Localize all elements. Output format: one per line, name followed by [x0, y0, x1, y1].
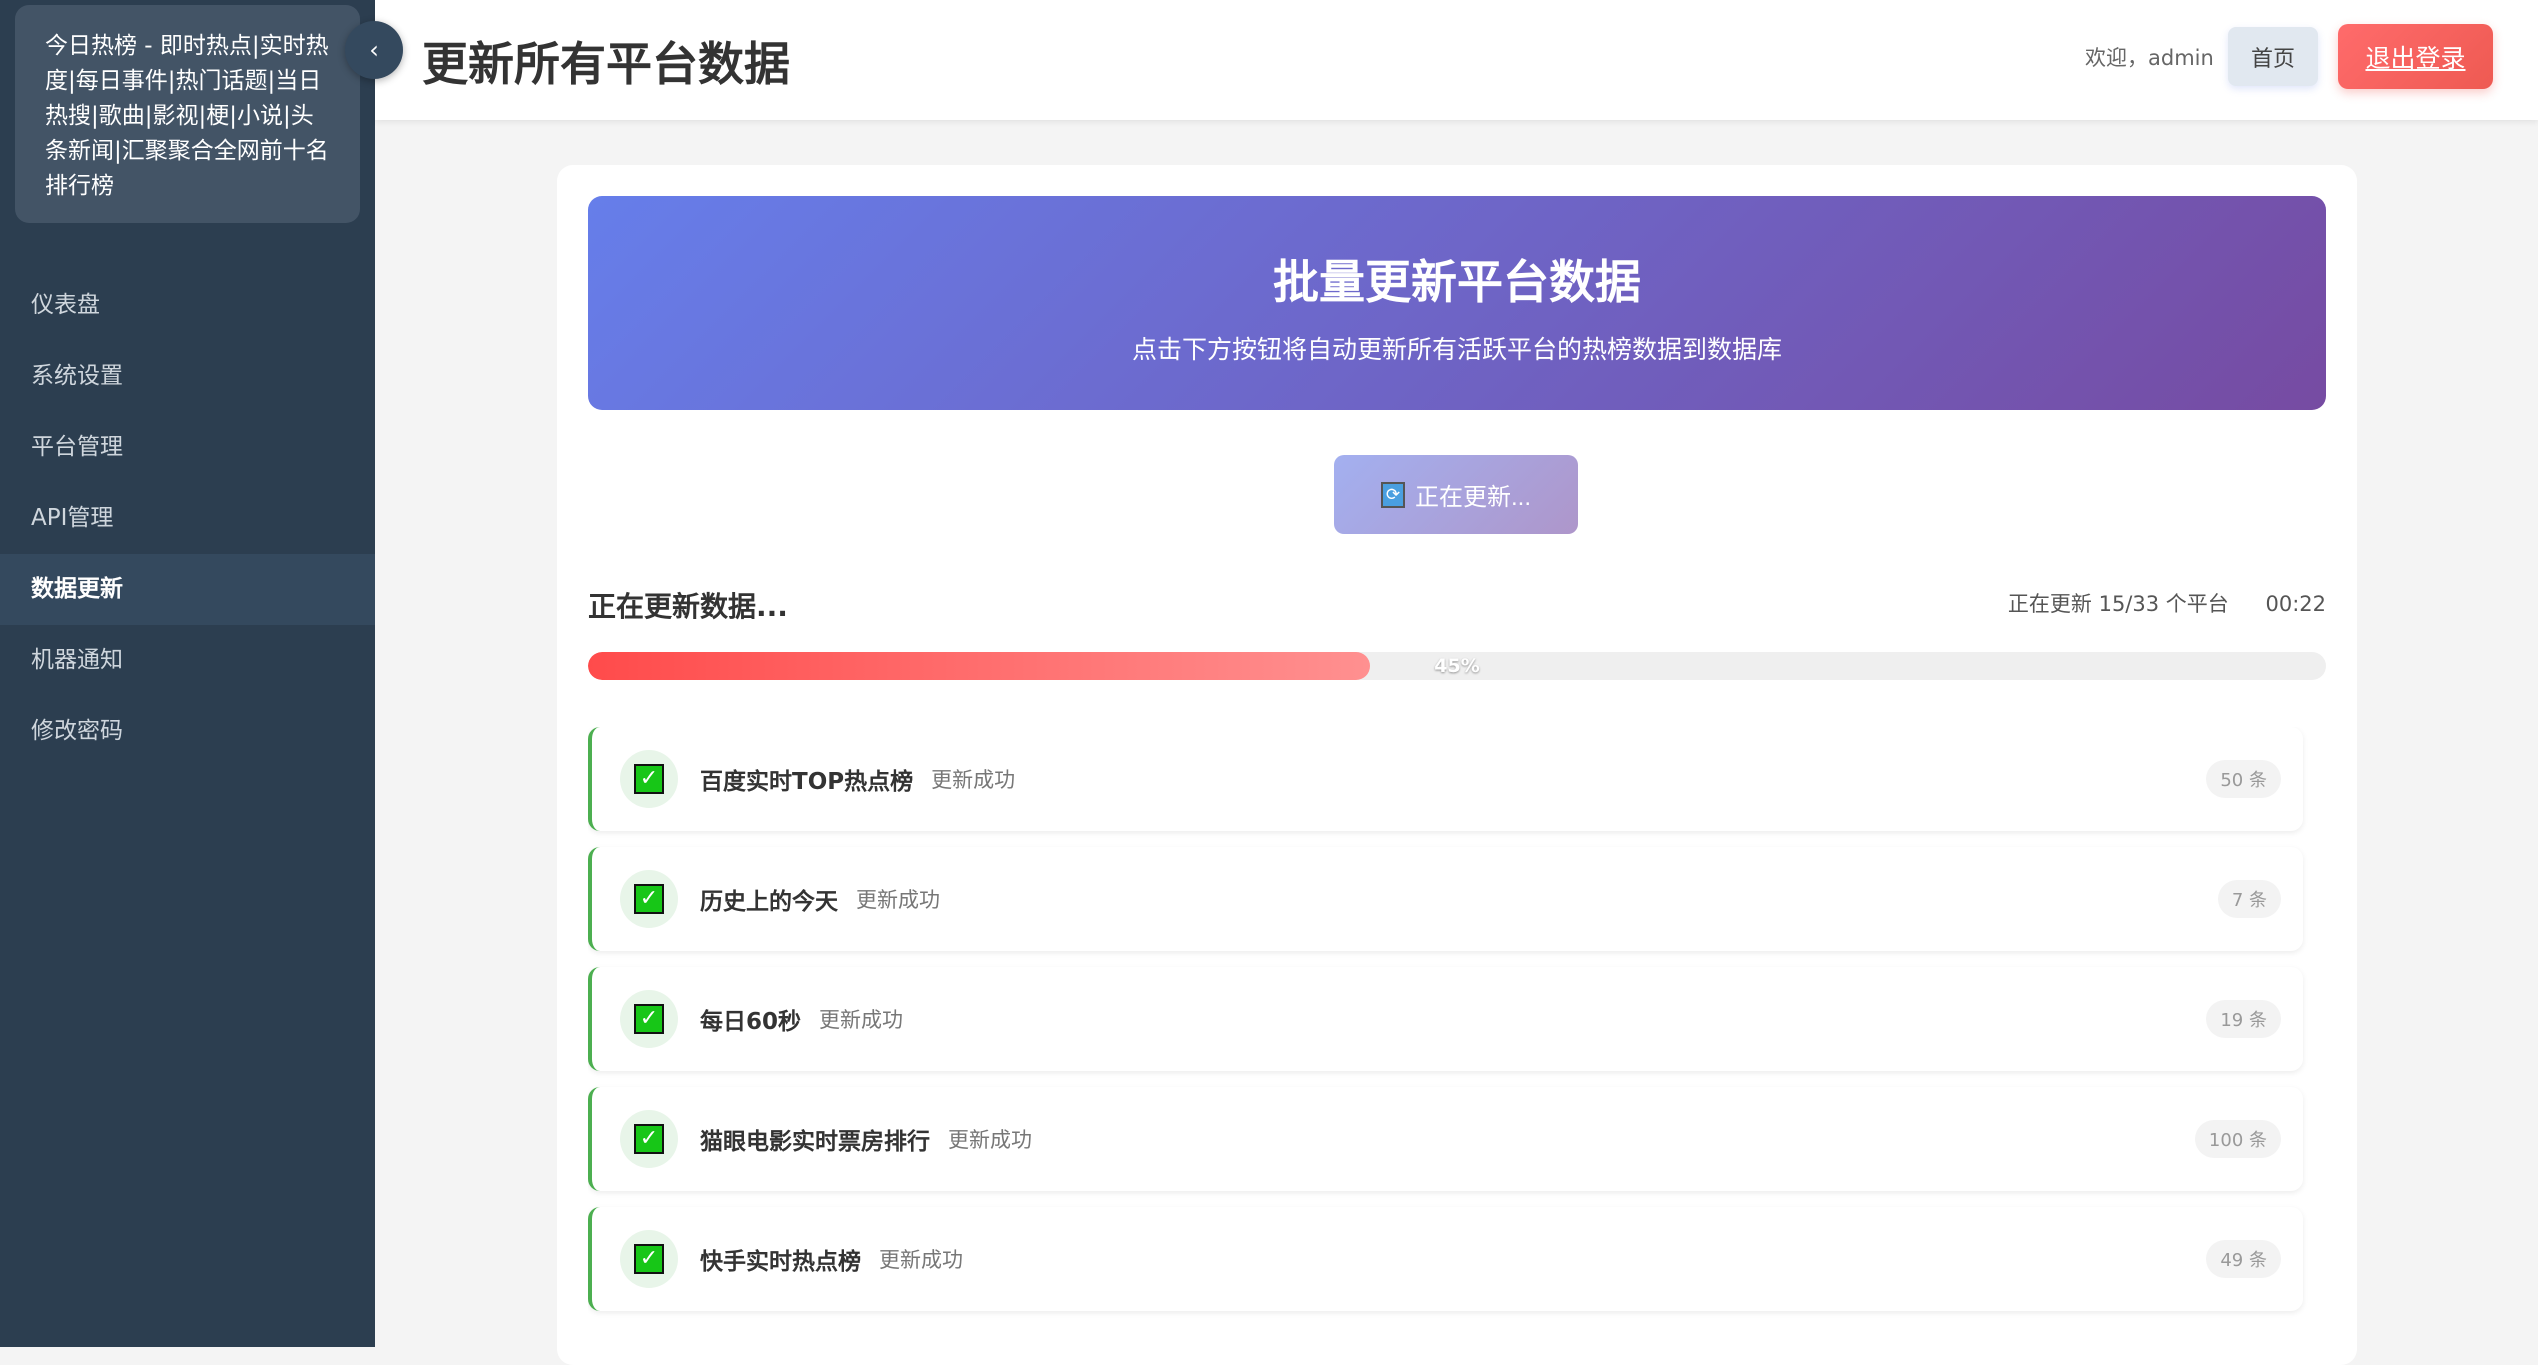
update-status: 更新成功: [856, 884, 940, 914]
update-status: 更新成功: [948, 1124, 1032, 1154]
check-icon: ✓: [634, 1124, 664, 1154]
result-row: ✓ 百度实时TOP热点榜更新成功 50 条: [588, 727, 2303, 831]
item-count: 19 条: [2206, 1000, 2281, 1038]
sidebar-nav: 仪表盘 系统设置 平台管理 API管理 数据更新 机器通知 修改密码: [0, 270, 375, 767]
success-badge: ✓: [620, 750, 678, 808]
sidebar-item-settings[interactable]: 系统设置: [0, 341, 375, 412]
home-button[interactable]: 首页: [2228, 27, 2318, 86]
sidebar-item-data-update[interactable]: 数据更新: [0, 554, 375, 625]
platform-name: 猫眼电影实时票房排行: [700, 1122, 930, 1156]
update-status: 更新成功: [879, 1244, 963, 1274]
check-icon: ✓: [634, 1244, 664, 1274]
status-info: 正在更新 15/33 个平台 00:22: [1978, 588, 2326, 618]
progress-bar: 45%: [588, 652, 2326, 680]
platform-name: 每日60秒: [700, 1002, 801, 1036]
update-button-label: 正在更新...: [1415, 477, 1531, 512]
result-row: ✓ 每日60秒更新成功 19 条: [588, 967, 2303, 1071]
update-status: 更新成功: [819, 1004, 903, 1034]
check-icon: ✓: [634, 884, 664, 914]
banner-title: 批量更新平台数据: [588, 246, 2326, 312]
result-row: ✓ 历史上的今天更新成功 7 条: [588, 847, 2303, 951]
success-badge: ✓: [620, 990, 678, 1048]
results-list: ✓快手实时热点榜更新成功49 条✓猫眼电影实时票房排行更新成功100 条✓每日6…: [588, 727, 2326, 1327]
sidebar-item-dashboard[interactable]: 仪表盘: [0, 270, 375, 341]
elapsed-time: 00:22: [2265, 592, 2326, 616]
banner-subtitle: 点击下方按钮将自动更新所有活跃平台的热榜数据到数据库: [588, 330, 2326, 366]
update-card: 批量更新平台数据 点击下方按钮将自动更新所有活跃平台的热榜数据到数据库 ⟳ 正在…: [557, 165, 2357, 1365]
success-badge: ✓: [620, 870, 678, 928]
item-count: 50 条: [2206, 760, 2281, 798]
item-count: 7 条: [2218, 880, 2281, 918]
update-status: 更新成功: [931, 764, 1015, 794]
item-count: 100 条: [2195, 1120, 2281, 1158]
page-title: 更新所有平台数据: [422, 28, 790, 94]
platform-name: 历史上的今天: [700, 882, 838, 916]
sidebar-collapse-chevron-icon[interactable]: ‹: [345, 21, 403, 79]
logout-button[interactable]: 退出登录: [2338, 24, 2493, 89]
check-icon: ✓: [634, 764, 664, 794]
sidebar-item-api[interactable]: API管理: [0, 483, 375, 554]
sidebar-item-platforms[interactable]: 平台管理: [0, 412, 375, 483]
sidebar-item-bot-notify[interactable]: 机器通知: [0, 625, 375, 696]
header: 更新所有平台数据 欢迎，admin 首页 退出登录: [375, 0, 2538, 120]
welcome-text: 欢迎，admin: [2085, 42, 2214, 72]
sidebar-item-change-password[interactable]: 修改密码: [0, 696, 375, 767]
banner: 批量更新平台数据 点击下方按钮将自动更新所有活跃平台的热榜数据到数据库: [588, 196, 2326, 410]
progress-text: 正在更新 15/33 个平台: [2008, 592, 2229, 616]
success-badge: ✓: [620, 1230, 678, 1288]
progress-percent: 45%: [588, 652, 2326, 680]
platform-name: 快手实时热点榜: [700, 1242, 861, 1276]
update-all-button[interactable]: ⟳ 正在更新...: [1334, 455, 1578, 534]
sidebar: 今日热榜 - 即时热点|实时热度|每日事件|热门话题|当日热搜|歌曲|影视|梗|…: [0, 0, 375, 1347]
site-brand: 今日热榜 - 即时热点|实时热度|每日事件|热门话题|当日热搜|歌曲|影视|梗|…: [15, 5, 360, 223]
result-row: ✓ 快手实时热点榜更新成功 49 条: [588, 1207, 2303, 1311]
success-badge: ✓: [620, 1110, 678, 1168]
platform-name: 百度实时TOP热点榜: [700, 762, 913, 796]
status-title: 正在更新数据...: [588, 585, 788, 625]
result-row: ✓ 猫眼电影实时票房排行更新成功 100 条: [588, 1087, 2303, 1191]
check-icon: ✓: [634, 1004, 664, 1034]
item-count: 49 条: [2206, 1240, 2281, 1278]
sync-icon: ⟳: [1381, 482, 1405, 508]
